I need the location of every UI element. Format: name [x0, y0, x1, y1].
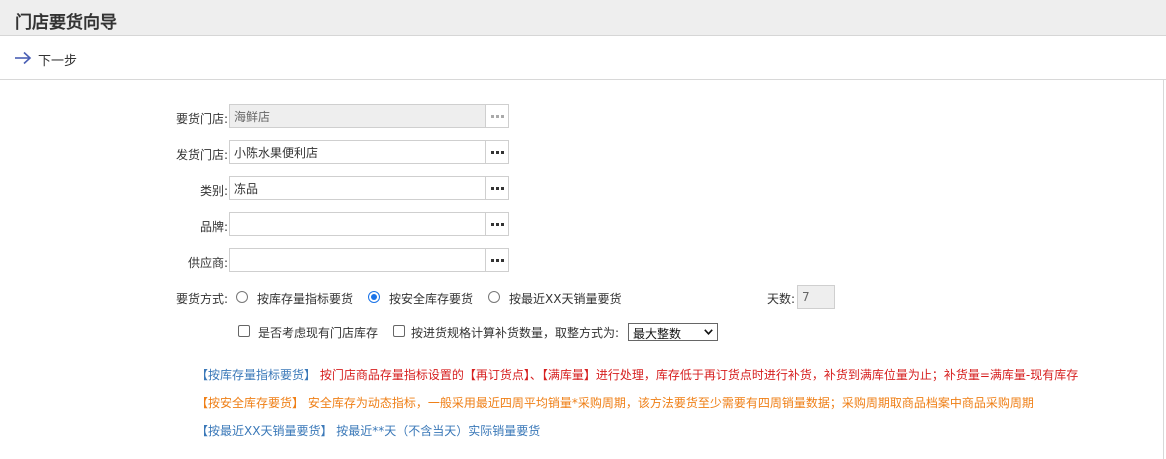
note-tag: 【按库存量指标要货】: [196, 368, 317, 382]
arrow-right-icon: [15, 51, 32, 65]
content-border: [1163, 80, 1164, 459]
more-icon-dot: [495, 186, 499, 190]
more-icon-dot: [495, 258, 499, 262]
note-tag: 【按最近XX天销量要货】: [196, 424, 333, 438]
category-field: [229, 176, 509, 200]
more-icon: [490, 258, 494, 262]
more-icon: [490, 150, 494, 154]
ship-store-field: [229, 140, 509, 164]
days-label: 天数:: [767, 292, 796, 306]
more-icon-dot: [500, 222, 504, 226]
days-input: 7: [797, 285, 835, 309]
more-icon-dot: [500, 258, 504, 262]
brand-label: 品牌:: [199, 220, 228, 234]
more-icon-dot: [495, 114, 499, 118]
title-bar: 门店要货向导: [0, 0, 1166, 36]
note-text: 按最近**天（不含当天）实际销量要货: [336, 424, 541, 438]
radio-circle: [236, 291, 248, 303]
calc-by-spec-label: 按进货规格计算补货数量，取整方式为:: [411, 326, 620, 340]
next-step-label: 下一步: [38, 54, 78, 69]
category-label: 类别:: [199, 184, 228, 198]
request-store-label: 要货门店:: [175, 112, 228, 126]
supplier-field: [229, 248, 509, 272]
page-title: 门店要货向导: [15, 13, 117, 33]
supplier-more-button[interactable]: [485, 249, 508, 271]
note-text-part: 安全库存为动态指标，一般采用最近四周平均销量*采购周期，该方法要货至少需要有四周…: [307, 396, 1034, 410]
supplier-label: 供应商:: [187, 256, 228, 270]
ship-store-label: 发货门店:: [175, 148, 228, 162]
request-store-input: [230, 105, 486, 127]
more-icon-dot: [500, 186, 504, 190]
radio-label: 按库存量指标要货: [257, 292, 354, 306]
more-icon-dot: [495, 150, 499, 154]
note-tag: 【按安全库存要货】: [196, 396, 305, 410]
calc-by-spec-checkbox[interactable]: [393, 325, 405, 337]
note-text: 按门店商品存量指标设置的【再订货点】、【满库量】进行处理，库存低于再订货点时进行…: [319, 368, 1079, 382]
radio-circle: [488, 291, 500, 303]
brand-input[interactable]: [230, 213, 486, 235]
more-icon: [490, 114, 494, 118]
ship-store-more-button[interactable]: [485, 141, 508, 163]
consider-stock-checkbox[interactable]: [238, 325, 250, 337]
request-store-field: [229, 104, 509, 128]
more-icon-dot: [495, 222, 499, 226]
consider-stock-label: 是否考虑现有门店库存: [258, 326, 379, 340]
note-recent-sales: 【按最近XX天销量要货】 按最近**天（不含当天）实际销量要货: [196, 422, 540, 439]
chevron-down-icon: [704, 329, 713, 335]
brand-field: [229, 212, 509, 236]
radio-label: 按最近XX天销量要货: [509, 292, 622, 306]
more-icon: [490, 186, 494, 190]
request-store-more-button[interactable]: [485, 105, 508, 127]
ship-store-input[interactable]: [230, 141, 486, 163]
radio-circle-checked: [368, 291, 380, 303]
note-stock-indicator: 【按库存量指标要货】 按门店商品存量指标设置的【再订货点】、【满库量】进行处理，…: [196, 366, 1078, 383]
more-icon-dot: [500, 150, 504, 154]
category-input[interactable]: [230, 177, 486, 199]
toolbar: 下一步: [0, 36, 1166, 80]
note-safety-stock: 【按安全库存要货】 安全库存为动态指标，一般采用最近四周平均销量*采购周期，该方…: [196, 394, 1034, 411]
more-icon-dot: [500, 114, 504, 118]
more-icon: [490, 222, 494, 226]
rounding-select-value: 最大整数: [633, 327, 682, 341]
rounding-select[interactable]: 最大整数: [628, 323, 718, 341]
supplier-input[interactable]: [230, 249, 486, 271]
method-label: 要货方式:: [175, 292, 228, 306]
radio-label: 按安全库存要货: [389, 292, 474, 306]
brand-more-button[interactable]: [485, 213, 508, 235]
category-more-button[interactable]: [485, 177, 508, 199]
